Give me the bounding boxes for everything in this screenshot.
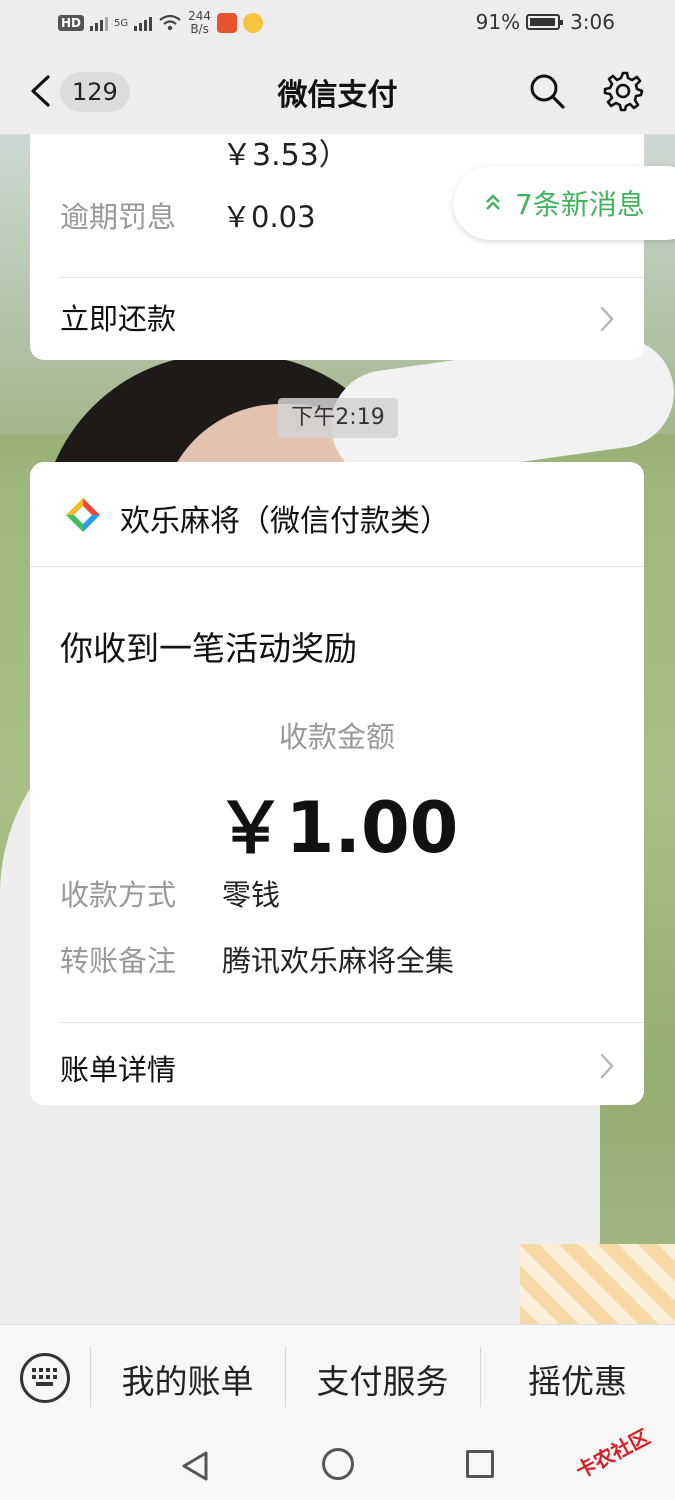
amount-value: ￥1.00: [215, 787, 459, 869]
keyboard-keys: [32, 1368, 57, 1386]
signal-icon-1: [90, 15, 109, 31]
system-back-icon[interactable]: [180, 1450, 210, 1482]
new-messages-label: 7条新消息: [515, 188, 645, 221]
note-label: 转账备注: [60, 944, 177, 978]
chevron-right-icon: [600, 306, 614, 332]
gear-icon[interactable]: [602, 70, 644, 112]
net-speed: 244 B/s: [188, 9, 212, 36]
method-value: 零钱: [222, 878, 281, 912]
status-right: 91% 3:06: [476, 10, 615, 34]
penalty-label: 逾期罚息: [60, 200, 177, 234]
app-name: 欢乐麻将（微信付款类）: [120, 504, 450, 539]
signal-icon-2: [134, 15, 153, 31]
note-value: 腾讯欢乐麻将全集: [222, 944, 455, 978]
method-label: 收款方式: [60, 878, 177, 912]
watermark-text: 卡农社区: [571, 1424, 654, 1484]
status-left: HD 5G 244 B/s: [58, 8, 264, 38]
system-home-icon[interactable]: [322, 1448, 354, 1480]
repay-now-link[interactable]: 立即还款: [30, 278, 644, 360]
menu-payment-services[interactable]: 支付服务: [285, 1355, 480, 1403]
nav-bar: 129 微信支付: [0, 48, 675, 134]
battery-icon: [526, 14, 564, 30]
bottom-menu: 我的账单 支付服务 摇优惠: [0, 1324, 675, 1428]
penalty-value: ￥0.03: [222, 200, 316, 234]
keyboard-icon[interactable]: [20, 1353, 70, 1403]
system-nav-bar: 卡农社区: [0, 1424, 675, 1500]
reward-title: 你收到一笔活动奖励: [60, 629, 357, 668]
new-messages-button[interactable]: 7条新消息: [453, 166, 675, 240]
header-divider: [30, 566, 644, 567]
system-recents-icon[interactable]: [466, 1450, 494, 1478]
menu-my-bills[interactable]: 我的账单: [90, 1355, 285, 1403]
amount-continued: ￥3.53）: [222, 138, 349, 173]
bg-blanket: [520, 1244, 675, 1324]
mahjong-app-logo-icon: [66, 498, 100, 532]
weibo-icon: [243, 13, 264, 33]
message-timestamp: 下午2:19: [278, 398, 398, 438]
bill-details-link[interactable]: 账单详情: [30, 1023, 644, 1105]
wifi-icon: [159, 14, 181, 31]
chevron-right-icon: [600, 1053, 614, 1079]
menu-shake-offers[interactable]: 摇优惠: [480, 1355, 675, 1403]
bill-details-label: 账单详情: [60, 1053, 177, 1087]
repay-now-label: 立即还款: [60, 302, 177, 336]
app-notification-icon: [217, 13, 238, 33]
reward-message-card[interactable]: 欢乐麻将（微信付款类） 你收到一笔活动奖励 收款金额 ￥1.00 收款方式 零钱…: [30, 462, 644, 1105]
status-bar: HD 5G 244 B/s 91% 3:06: [0, 0, 675, 48]
app-header[interactable]: 欢乐麻将（微信付款类）: [30, 462, 644, 566]
page-title: 微信支付: [277, 78, 398, 113]
hd-indicator: HD: [58, 15, 85, 31]
search-icon[interactable]: [528, 72, 566, 110]
amount-label: 收款金额: [278, 720, 395, 754]
clock: 3:06: [570, 10, 615, 34]
double-chevron-up-icon: [486, 194, 500, 210]
battery-percent: 91%: [475, 10, 521, 34]
network-type: 5G: [114, 17, 129, 29]
